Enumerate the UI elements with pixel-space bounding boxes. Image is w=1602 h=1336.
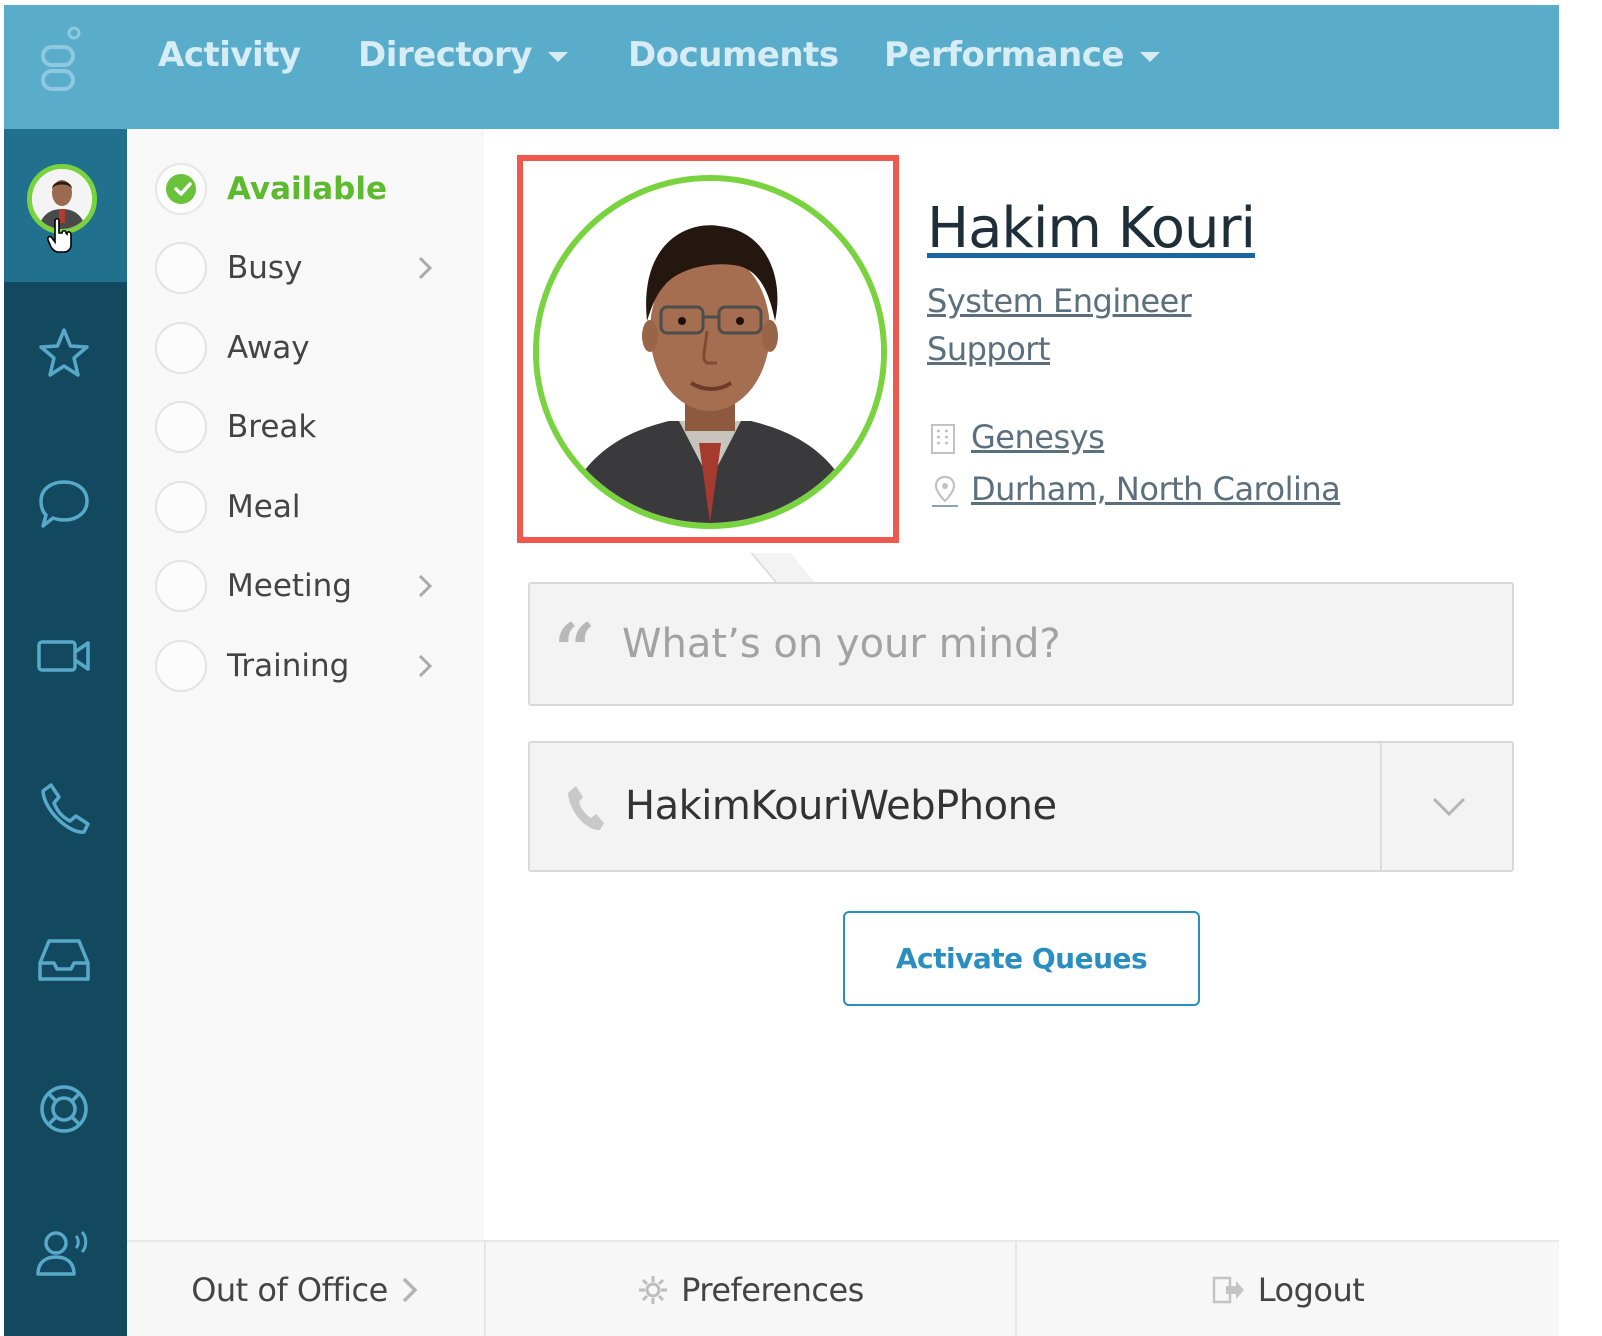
status-training-label: Training [227,648,350,684]
status-available[interactable]: Available [155,161,455,217]
nav-directory[interactable]: Directory [358,35,568,75]
status-away-radio[interactable] [155,322,207,374]
profile-location-link[interactable]: Durham, North Carolina [971,470,1341,508]
caret-down-icon [1139,52,1160,62]
chat-bubble-icon[interactable] [34,473,94,533]
status-busy-label: Busy [227,250,303,286]
preferences-label: Preferences [681,1271,864,1309]
status-break-radio[interactable] [155,401,207,453]
status-meal[interactable]: Meal [155,479,455,535]
status-busy-radio[interactable] [155,242,207,294]
nav-performance[interactable]: Performance [884,35,1160,75]
nav-documents-label: Documents [628,35,839,75]
location-pin-icon [930,474,960,508]
status-training[interactable]: Training [155,638,455,694]
status-away[interactable]: Away [155,320,455,376]
status-break[interactable]: Break [155,399,455,455]
inbox-icon[interactable] [34,929,94,989]
nav-activity-label: Activity [158,35,301,75]
building-icon [930,423,956,455]
top-navigation-bar: Activity Directory Documents Performance [4,5,1559,129]
video-camera-icon[interactable] [34,626,94,686]
gear-icon [639,1276,668,1304]
chevron-right-icon [402,1277,418,1303]
status-message-box: “ [528,582,1514,706]
logout-button[interactable]: Logout [1017,1242,1559,1336]
lifebuoy-icon[interactable] [34,1079,94,1139]
nav-activity[interactable]: Activity [158,35,301,75]
star-icon[interactable] [34,324,94,384]
profile-department-link[interactable]: Support [927,330,1051,368]
footer-bar: Out of Office Preferences Logout [127,1240,1559,1336]
phone-icon[interactable] [34,779,94,839]
status-break-label: Break [227,409,317,445]
hand-cursor-icon [46,217,74,253]
preferences-button[interactable]: Preferences [486,1242,1015,1336]
profile-photo[interactable] [533,175,887,529]
status-panel: Available Busy Away Break Meal Meeting T… [127,129,484,1240]
genesys-logo-icon[interactable] [40,25,84,97]
phone-divider [1380,743,1382,870]
status-meeting[interactable]: Meeting [155,558,455,614]
status-meal-radio[interactable] [155,481,207,533]
phone-selected-value: HakimKouriWebPhone [625,783,1057,829]
out-of-office-button[interactable]: Out of Office [127,1242,484,1336]
chevron-right-icon [418,574,433,598]
status-training-radio[interactable] [155,640,207,692]
left-rail [4,129,127,1336]
status-message-input[interactable] [622,614,1482,674]
out-of-office-label: Out of Office [191,1271,388,1309]
chevron-down-icon[interactable] [1428,785,1470,827]
chevron-right-icon [418,654,433,678]
status-meal-label: Meal [227,489,301,525]
nav-performance-label: Performance [884,35,1124,75]
logout-label: Logout [1257,1271,1365,1309]
profile-organization-link[interactable]: Genesys [971,418,1105,456]
profile-title-link[interactable]: System Engineer [927,282,1192,320]
status-available-label: Available [227,171,388,207]
status-meeting-label: Meeting [227,568,352,604]
caret-down-icon [547,52,568,62]
status-available-radio[interactable] [155,163,207,215]
profile-name[interactable]: Hakim Kouri [927,196,1256,261]
checkmark-icon [174,182,192,196]
right-edge [1559,0,1602,1336]
logout-icon [1212,1276,1244,1304]
nav-directory-label: Directory [358,35,532,75]
speaking-person-icon[interactable] [34,1224,94,1284]
activate-queues-button[interactable]: Activate Queues [843,911,1200,1006]
status-away-label: Away [227,330,310,366]
nav-documents[interactable]: Documents [628,35,839,75]
phone-selector[interactable]: HakimKouriWebPhone [528,741,1514,872]
status-busy[interactable]: Busy [155,240,455,296]
handset-icon [568,786,604,831]
status-meeting-radio[interactable] [155,560,207,612]
quote-icon: “ [554,607,596,692]
chevron-right-icon [418,256,433,280]
